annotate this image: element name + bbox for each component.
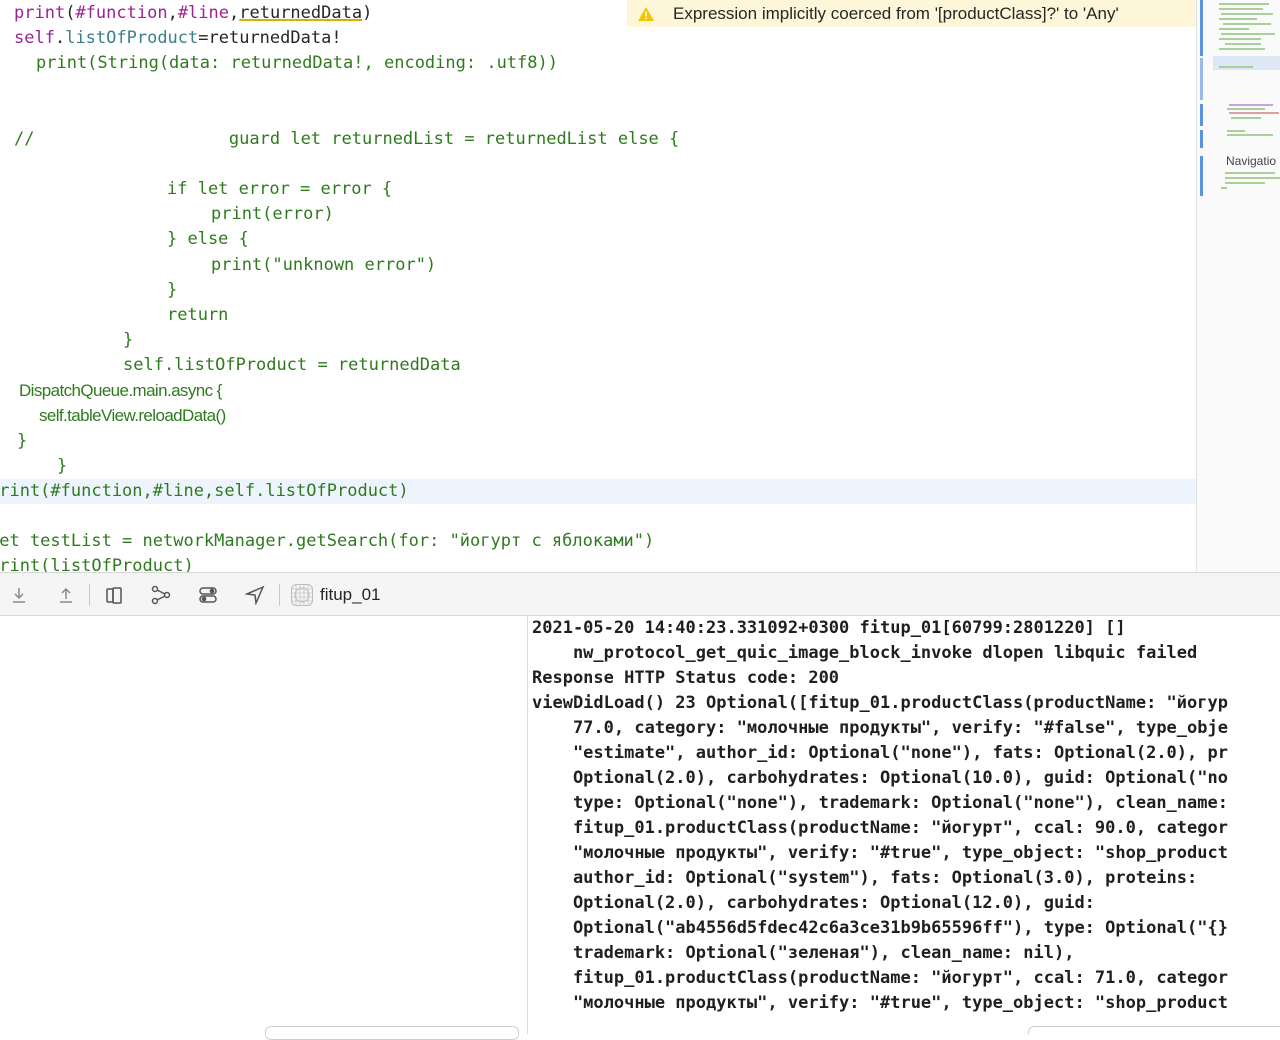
code-line-11[interactable]: } bbox=[123, 328, 133, 353]
minimap-change-bar bbox=[1200, 104, 1203, 126]
code-line-8[interactable]: print("unknown error") bbox=[211, 253, 436, 278]
minimap-change-bar bbox=[1200, 58, 1203, 100]
code-token: =returnedData! bbox=[198, 28, 342, 48]
console-line: type: Optional("none"), trademark: Optio… bbox=[532, 793, 1228, 813]
code-line-3[interactable]: print(String(data: returnedData!, encodi… bbox=[36, 51, 558, 76]
code-token: . bbox=[54, 28, 66, 48]
minimap-change-bar bbox=[1200, 156, 1203, 196]
code-line-4[interactable]: // guard let returnedList = returnedList… bbox=[14, 127, 679, 152]
console-line: trademark: Optional("зеленая"), clean_na… bbox=[532, 943, 1075, 963]
toolbar-divider bbox=[279, 584, 280, 606]
code-line-13[interactable]: DispatchQueue.main.async { bbox=[19, 378, 222, 403]
warning-underlined-token[interactable]: returnedData bbox=[239, 3, 362, 23]
minimap-change-bar bbox=[1200, 0, 1203, 56]
console-line: "молочные продукты", verify: "#true", ty… bbox=[532, 993, 1228, 1013]
console-line: "молочные продукты", verify: "#true", ty… bbox=[532, 843, 1228, 863]
code-line-5[interactable]: if let error = error { bbox=[167, 177, 392, 202]
code-token: ) bbox=[362, 3, 373, 23]
warning-triangle-icon bbox=[627, 0, 665, 27]
code-token: listOfProduct bbox=[65, 28, 199, 48]
code-token: ( bbox=[65, 3, 76, 23]
console-line: viewDidLoad() 23 Optional([fitup_01.prod… bbox=[532, 693, 1228, 713]
code-token: self bbox=[14, 28, 55, 48]
console-line: "estimate", author_id: Optional("none"),… bbox=[532, 743, 1228, 763]
code-token: print bbox=[14, 3, 66, 23]
console-line: 2021-05-20 14:40:23.331092+0300 fitup_01… bbox=[532, 618, 1126, 638]
debug-toolbar: fitup_01 bbox=[0, 572, 1280, 616]
console-line: fitup_01.productClass(productName: "йогу… bbox=[532, 968, 1228, 988]
console-line: Optional(2.0), carbohydrates: Optional(1… bbox=[532, 893, 1095, 913]
run-target-label[interactable]: fitup_01 bbox=[320, 583, 381, 607]
code-line-19[interactable]: print(listOfProduct) bbox=[0, 554, 194, 572]
code-line-10[interactable]: return bbox=[167, 303, 228, 328]
code-editor[interactable]: print(#function,#line,returnedData) self… bbox=[0, 0, 1196, 572]
environment-overrides-icon[interactable] bbox=[195, 582, 221, 608]
code-token: #line bbox=[177, 3, 229, 23]
code-line-17[interactable]: print(#function,#line,self.listOfProduct… bbox=[0, 479, 409, 504]
code-line-9[interactable]: } bbox=[167, 278, 177, 303]
minimap[interactable]: Navigatio bbox=[1196, 0, 1280, 572]
variables-view[interactable] bbox=[0, 616, 528, 1040]
step-out-icon[interactable] bbox=[53, 582, 79, 608]
code-line-1[interactable]: print(#function,#line,returnedData) bbox=[14, 1, 372, 26]
step-over-icon[interactable] bbox=[6, 582, 32, 608]
console-line: Optional(2.0), carbohydrates: Optional(1… bbox=[532, 768, 1228, 788]
code-line-6[interactable]: print(error) bbox=[211, 202, 334, 227]
code-line-2[interactable]: self.listOfProduct=returnedData! bbox=[14, 26, 342, 51]
simulate-location-icon[interactable] bbox=[242, 582, 268, 608]
app-target-icon[interactable] bbox=[289, 582, 315, 608]
code-line-14[interactable]: self.tableView.reloadData() bbox=[39, 403, 226, 428]
memory-graph-icon[interactable] bbox=[148, 582, 174, 608]
code-line-12[interactable]: self.listOfProduct = returnedData bbox=[123, 353, 461, 378]
console-line: 77.0, category: "молочные продукты", ver… bbox=[532, 718, 1228, 738]
view-debugger-icon[interactable] bbox=[101, 582, 127, 608]
toolbar-divider bbox=[89, 584, 90, 606]
console-line: Response HTTP Status code: 200 bbox=[532, 668, 840, 688]
code-line-16[interactable]: } bbox=[57, 454, 67, 479]
minimap-change-bar bbox=[1200, 130, 1203, 148]
code-token: , bbox=[167, 3, 178, 23]
code-line-15[interactable]: } bbox=[17, 429, 27, 454]
code-token: #function bbox=[75, 3, 168, 23]
console-line: nw_protocol_get_quic_image_block_invoke … bbox=[532, 643, 1198, 663]
console-line: author_id: Optional("system"), fats: Opt… bbox=[532, 868, 1198, 888]
console-output[interactable]: 2021-05-20 14:40:23.331092+0300 fitup_01… bbox=[529, 616, 1280, 1034]
minimap-mark-label[interactable]: Navigatio bbox=[1226, 154, 1276, 168]
code-line-7[interactable]: } else { bbox=[167, 227, 249, 252]
console-line: Optional("ab4556d5fdec42c6a3ce31b9b65596… bbox=[532, 918, 1228, 938]
variables-filter-field[interactable] bbox=[265, 1026, 519, 1040]
code-token: , bbox=[229, 3, 240, 23]
console-filter-field[interactable] bbox=[1028, 1026, 1280, 1034]
code-line-18[interactable]: let testList = networkManager.getSearch(… bbox=[0, 529, 654, 554]
warning-message: Expression implicitly coerced from '[pro… bbox=[673, 3, 1119, 23]
inline-warning-banner[interactable]: Expression implicitly coerced from '[pro… bbox=[627, 0, 1196, 27]
console-line: fitup_01.productClass(productName: "йогу… bbox=[532, 818, 1228, 838]
